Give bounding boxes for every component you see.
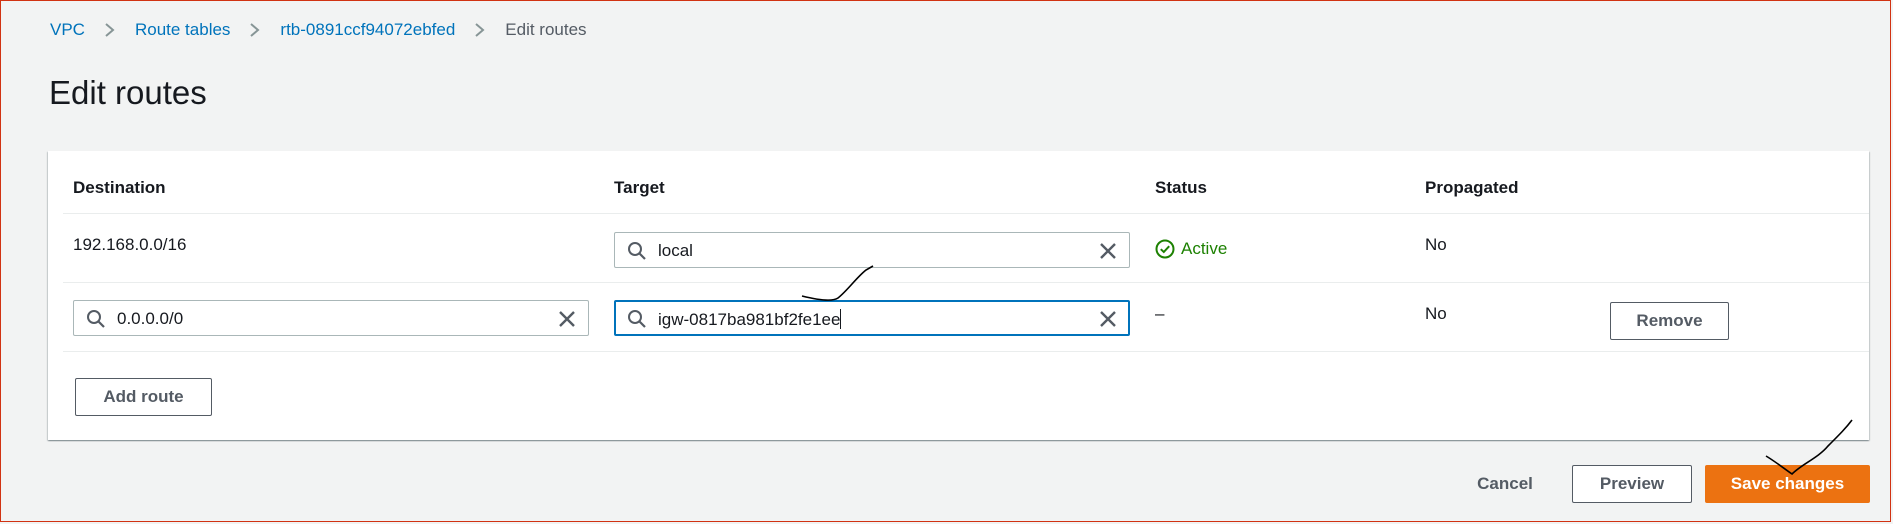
cancel-button[interactable]: Cancel bbox=[1466, 470, 1544, 498]
search-icon bbox=[628, 242, 646, 260]
column-header-destination: Destination bbox=[73, 178, 166, 197]
add-route-button[interactable]: Add route bbox=[75, 378, 212, 416]
column-header-target: Target bbox=[614, 178, 665, 197]
breadcrumb-route-tables[interactable]: Route tables bbox=[135, 20, 230, 40]
propagated-value: No bbox=[1425, 235, 1447, 254]
page-title: Edit routes bbox=[49, 74, 207, 111]
routes-panel: Destination Target Status Propagated 192… bbox=[48, 151, 1869, 440]
status-success-icon bbox=[1155, 239, 1175, 259]
breadcrumb-route-table-id[interactable]: rtb-0891ccf94072ebfed bbox=[280, 20, 455, 40]
text-caret bbox=[840, 309, 842, 329]
table-row: 0.0.0.0/0 igw-0817ba981bf2fe1ee – No bbox=[63, 282, 1869, 352]
save-changes-button[interactable]: Save changes bbox=[1705, 465, 1870, 503]
column-header-propagated: Propagated bbox=[1425, 178, 1519, 197]
remove-route-button[interactable]: Remove bbox=[1610, 302, 1729, 340]
breadcrumb: VPC Route tables rtb-0891ccf94072ebfed E… bbox=[50, 20, 587, 40]
preview-button[interactable]: Preview bbox=[1572, 465, 1692, 503]
destination-value: 0.0.0.0/0 bbox=[117, 309, 184, 328]
status-value: – bbox=[1155, 304, 1165, 323]
column-header-status: Status bbox=[1155, 178, 1207, 197]
table-row: 192.168.0.0/16 local Active No bbox=[63, 213, 1869, 283]
target-value-wrap: igw-0817ba981bf2fe1ee bbox=[658, 309, 842, 330]
breadcrumb-current: Edit routes bbox=[505, 20, 587, 39]
target-value: local bbox=[658, 241, 693, 260]
table-header: Destination Target Status Propagated bbox=[63, 151, 1869, 214]
breadcrumb-vpc[interactable]: VPC bbox=[50, 20, 85, 40]
propagated-value: No bbox=[1425, 304, 1447, 323]
status-badge: Active bbox=[1155, 239, 1227, 259]
search-icon bbox=[87, 310, 105, 328]
clear-icon[interactable] bbox=[558, 310, 576, 328]
chevron-right-icon bbox=[103, 22, 117, 38]
clear-icon[interactable] bbox=[1099, 310, 1117, 328]
target-search-input[interactable]: local bbox=[614, 232, 1130, 268]
destination-search-input[interactable]: 0.0.0.0/0 bbox=[73, 300, 589, 336]
status-label: Active bbox=[1181, 239, 1228, 258]
target-search-input[interactable]: igw-0817ba981bf2fe1ee bbox=[614, 300, 1130, 336]
destination-value: 192.168.0.0/16 bbox=[73, 235, 187, 254]
search-icon bbox=[628, 310, 646, 328]
clear-icon[interactable] bbox=[1099, 242, 1117, 260]
target-value: igw-0817ba981bf2fe1ee bbox=[658, 310, 841, 329]
chevron-right-icon bbox=[473, 22, 487, 38]
chevron-right-icon bbox=[248, 22, 262, 38]
